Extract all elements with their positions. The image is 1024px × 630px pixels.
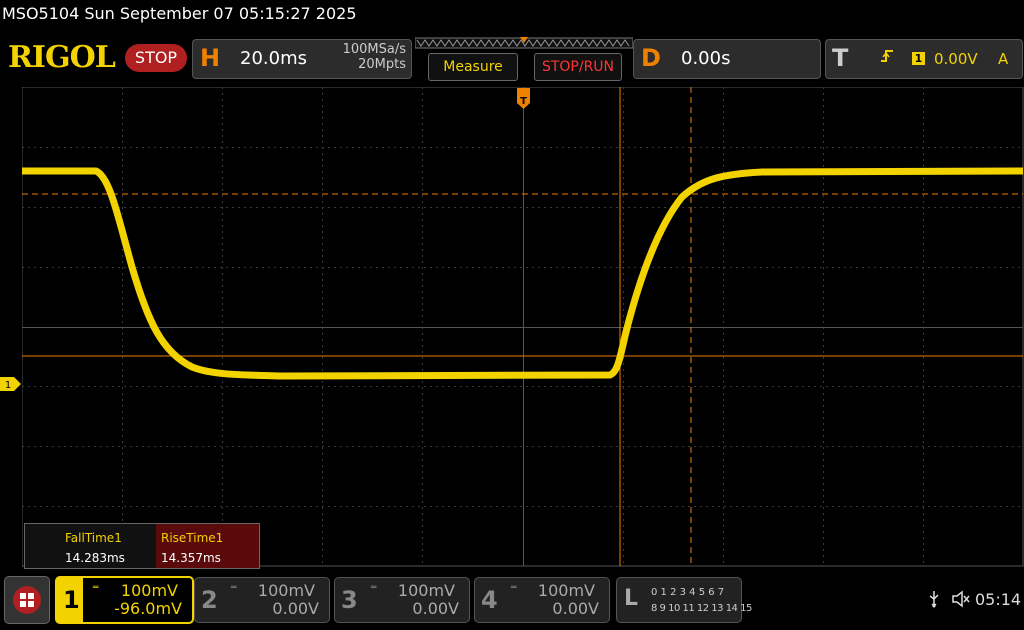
- dc-coupling-icon: ═: [93, 583, 99, 593]
- channel-4-scale: 100mV: [537, 581, 595, 600]
- sample-rate: 100MSa/s: [342, 42, 406, 57]
- channel-3-offset: 0.00V: [412, 599, 459, 618]
- stop-run-button[interactable]: STOP/RUN: [534, 53, 622, 81]
- trigger-position-marker[interactable]: T: [517, 88, 531, 110]
- speaker-muted-icon[interactable]: [951, 590, 971, 612]
- channel-3-panel[interactable]: 3 ═ 100mV 0.00V: [334, 577, 470, 623]
- channel-1-offset-marker[interactable]: 1: [0, 377, 22, 391]
- logic-channels-row-2: 8 9 10 11 12 13 14 15: [651, 603, 752, 614]
- logic-label: L: [624, 586, 639, 611]
- window-title: MSO5104 Sun September 07 05:15:27 2025: [2, 4, 357, 23]
- trigger-source-badge: 1: [912, 52, 925, 65]
- trigger-position-bar: [415, 37, 633, 49]
- dc-coupling-icon: ═: [231, 583, 237, 593]
- timebase-value: 20.0ms: [240, 48, 307, 69]
- channel-4-panel[interactable]: 4 ═ 100mV 0.00V: [474, 577, 610, 623]
- trigger-mode: A: [998, 50, 1009, 68]
- logic-analyzer-panel[interactable]: L 0 1 2 3 4 5 6 7 8 9 10 11 12 13 14 15: [616, 577, 752, 623]
- measurement-value: 14.357ms: [161, 551, 221, 565]
- channel-1-scale: 100mV: [120, 581, 178, 600]
- grid-menu-icon: [13, 586, 41, 614]
- horizontal-label: H: [200, 44, 221, 72]
- delay-value: 0.00s: [681, 48, 731, 69]
- brand-logo: RIGOL: [8, 40, 116, 75]
- channel-2-panel[interactable]: 2 ═ 100mV 0.00V: [194, 577, 330, 623]
- measure-button[interactable]: Measure: [428, 53, 518, 81]
- svg-text:T: T: [520, 96, 527, 107]
- dc-coupling-icon: ═: [371, 583, 377, 593]
- system-clock: 05:14: [975, 590, 1022, 609]
- rising-edge-icon: [880, 48, 894, 68]
- channel-2-offset: 0.00V: [272, 599, 319, 618]
- channel-4-offset: 0.00V: [552, 599, 599, 618]
- memory-depth: 20Mpts: [358, 57, 406, 72]
- run-status-badge[interactable]: STOP: [125, 44, 187, 72]
- channel-4-number: 4: [481, 586, 498, 614]
- dc-coupling-icon: ═: [511, 583, 517, 593]
- logic-channels-row-1: 0 1 2 3 4 5 6 7: [651, 587, 725, 598]
- delay-label: D: [641, 44, 661, 72]
- trigger-label: T: [832, 44, 849, 72]
- channel-2-scale: 100mV: [257, 581, 315, 600]
- measurement-name: FallTime1: [65, 531, 122, 545]
- channel-3-scale: 100mV: [397, 581, 455, 600]
- channel-1-offset: -96.0mV: [114, 599, 182, 618]
- waveform-display[interactable]: [22, 87, 1024, 567]
- measurement-panel: FallTime1 14.283ms RiseTime1 14.357ms: [24, 523, 260, 569]
- channel-2-number: 2: [201, 586, 218, 614]
- acquisition-info: 100MSa/s 20Mpts: [318, 42, 406, 72]
- measurement-name: RiseTime1: [161, 531, 224, 545]
- measurement-value: 14.283ms: [65, 551, 125, 565]
- channel-3-number: 3: [341, 586, 358, 614]
- channel-1-panel[interactable]: 1 ═ 100mV -96.0mV: [55, 576, 194, 624]
- channel-1-number: 1: [63, 586, 80, 614]
- channel-1-marker-label: 1: [5, 380, 11, 391]
- trigger-level: 0.00V: [934, 50, 978, 68]
- home-menu-button[interactable]: [4, 576, 50, 624]
- usb-icon: [927, 590, 941, 612]
